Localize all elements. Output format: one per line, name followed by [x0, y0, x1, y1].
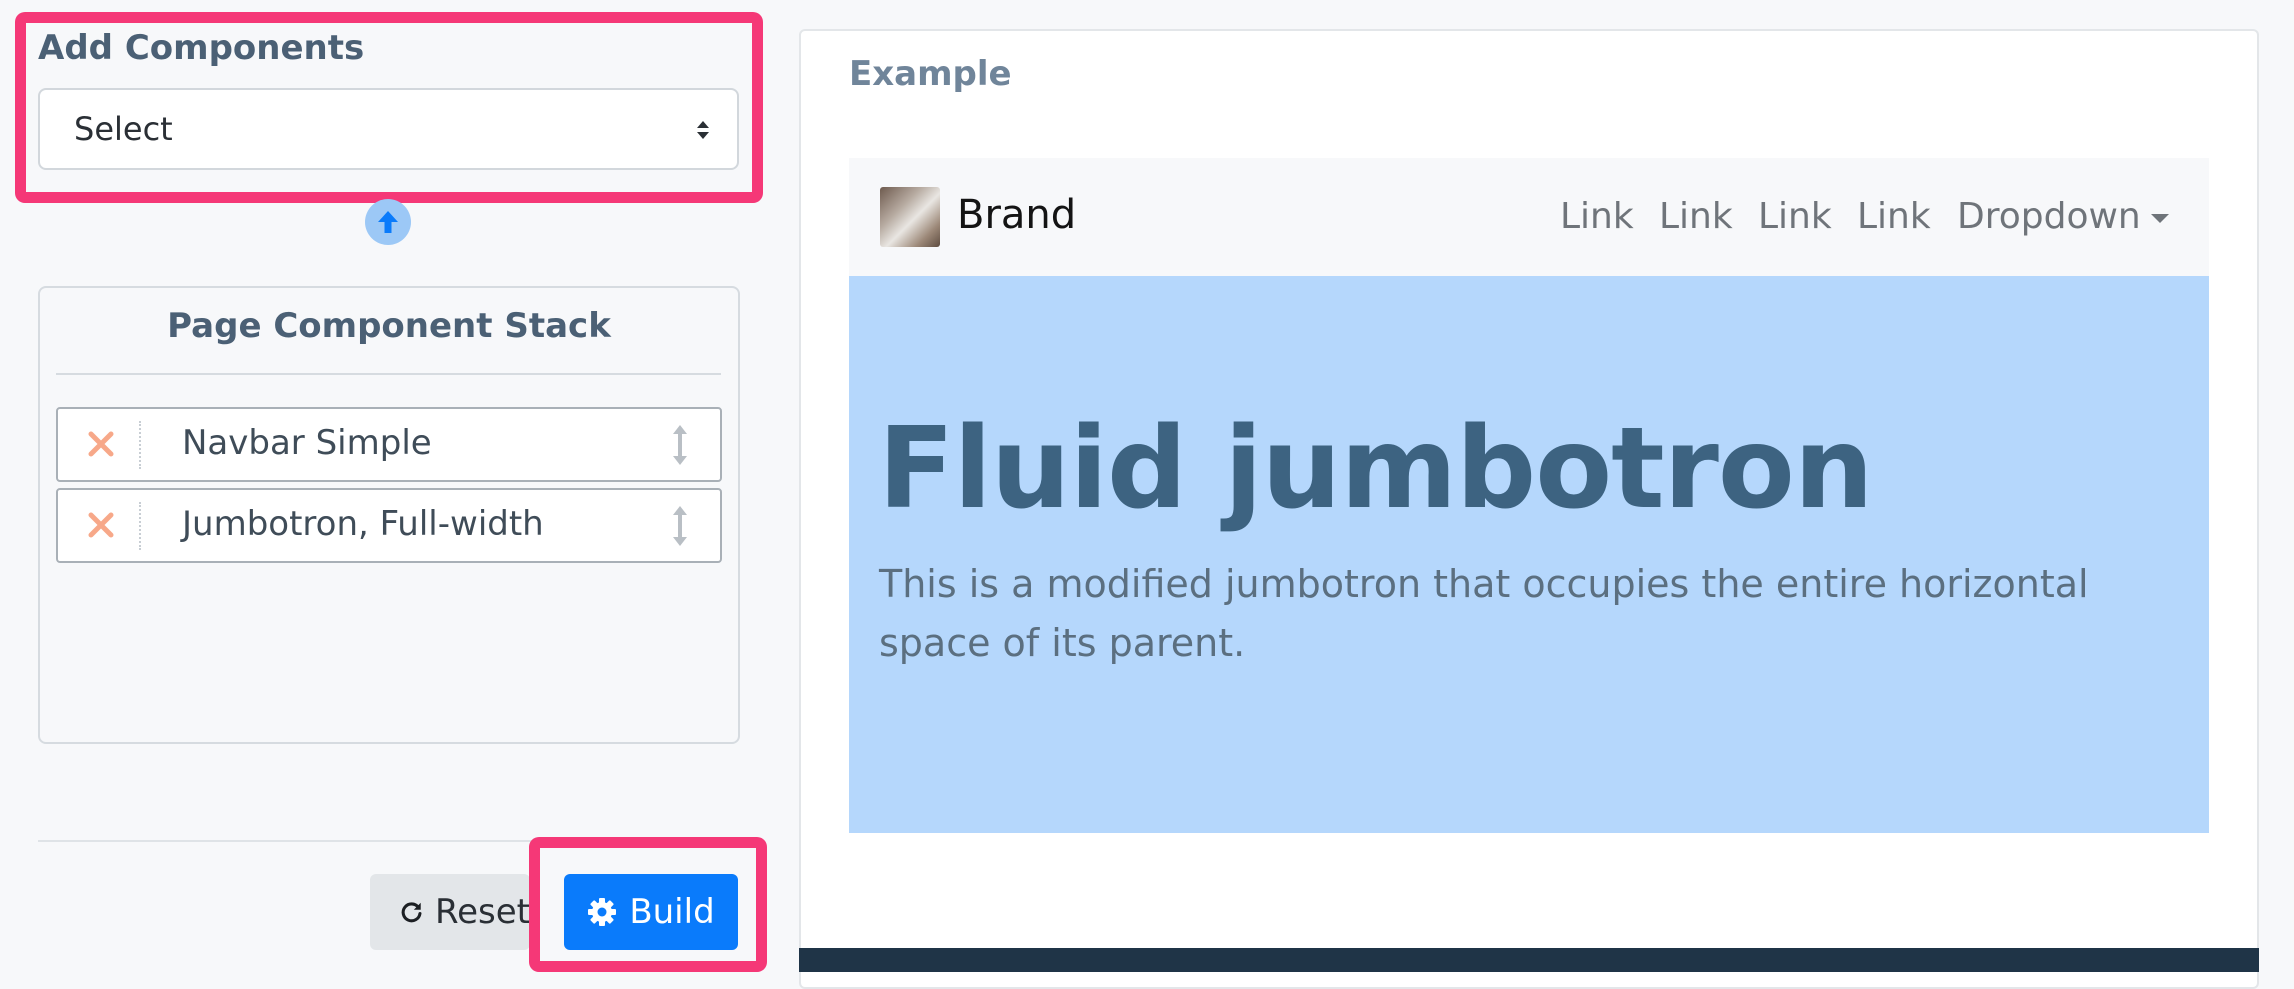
item-separator [139, 502, 141, 550]
reset-label: Reset [435, 892, 530, 932]
nav-link[interactable]: Link [1857, 196, 1931, 237]
nav-dropdown[interactable]: Dropdown [1957, 196, 2169, 237]
select-caret-icon [697, 121, 709, 139]
reset-button[interactable]: Reset [370, 874, 530, 950]
arrow-up-icon [378, 211, 398, 233]
item-separator [139, 421, 141, 469]
drag-handle-icon[interactable] [670, 423, 690, 467]
brand-logo-image[interactable] [880, 187, 940, 247]
remove-icon[interactable] [86, 510, 116, 540]
stack-item-label: Jumbotron, Full-width [182, 504, 544, 544]
move-up-button[interactable] [365, 199, 411, 245]
nav-link[interactable]: Link [1758, 196, 1832, 237]
reset-icon [401, 902, 422, 923]
gear-icon [588, 898, 617, 926]
brand-name[interactable]: Brand [957, 192, 1076, 238]
build-label: Build [629, 892, 715, 932]
preview-footer-bar [799, 948, 2259, 972]
preview-title: Example [849, 54, 1012, 94]
stack-item-navbar-simple[interactable]: Navbar Simple [56, 407, 722, 482]
nav-link[interactable]: Link [1659, 196, 1733, 237]
add-components-title: Add Components [38, 28, 365, 68]
caret-down-icon [2150, 214, 2169, 223]
jumbotron-text: This is a modified jumbotron that occupi… [879, 562, 2089, 665]
component-select-value: Select [74, 110, 173, 148]
nav-link[interactable]: Link [1560, 196, 1634, 237]
nav-dropdown-label: Dropdown [1957, 196, 2141, 237]
build-button[interactable]: Build [564, 874, 738, 950]
stack-item-label: Navbar Simple [182, 423, 432, 463]
component-stack-title: Page Component Stack [167, 306, 611, 346]
drag-handle-icon[interactable] [670, 504, 690, 548]
stack-item-jumbotron-full-width[interactable]: Jumbotron, Full-width [56, 488, 722, 563]
remove-icon[interactable] [86, 429, 116, 459]
component-select[interactable]: Select [38, 88, 739, 170]
divider [56, 373, 721, 375]
jumbotron-heading: Fluid jumbotron [878, 404, 1874, 534]
